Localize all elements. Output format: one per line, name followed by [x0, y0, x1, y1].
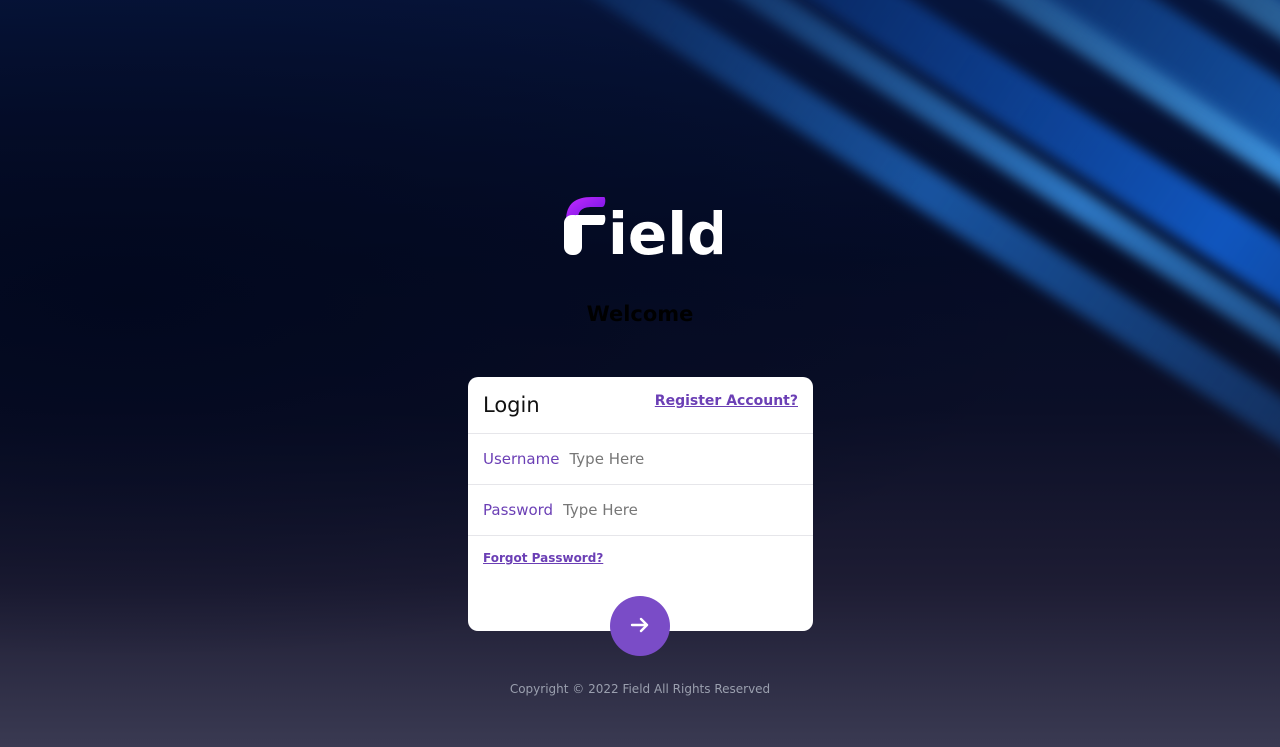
- username-row: Username: [468, 434, 813, 485]
- password-input[interactable]: [563, 501, 764, 519]
- arrow-right-icon: [629, 614, 651, 639]
- password-row: Password: [468, 485, 813, 536]
- field-logo: ield: [562, 193, 729, 268]
- logo-text: ield: [608, 200, 722, 259]
- forgot-password-link[interactable]: Forgot Password?: [483, 551, 603, 565]
- username-input[interactable]: [569, 450, 770, 468]
- username-label: Username: [483, 450, 560, 468]
- welcome-heading: Welcome: [586, 302, 694, 326]
- login-card-header: Login Register Account?: [468, 377, 813, 434]
- login-title: Login: [483, 393, 540, 417]
- password-label: Password: [483, 501, 554, 519]
- login-card: Login Register Account? Username Passwor…: [468, 377, 813, 631]
- login-submit-button[interactable]: [610, 596, 670, 656]
- copyright-text: Copyright © 2022 Field All Rights Reserv…: [509, 682, 771, 696]
- register-account-link[interactable]: Register Account?: [655, 393, 798, 409]
